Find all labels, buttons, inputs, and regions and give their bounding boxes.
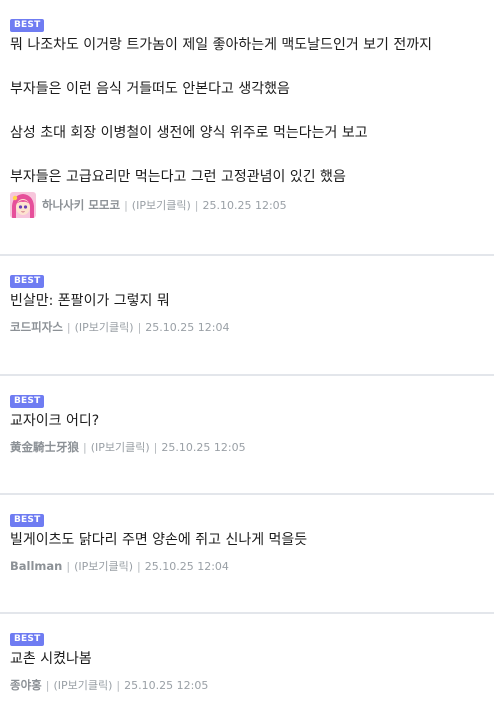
comment-text-line: 부자들은 이런 음식 거들떠도 안본다고 생각했음 [10, 81, 290, 97]
meta-separator: | [116, 678, 121, 692]
comment-author[interactable]: 하나사키 모모코 [42, 197, 120, 213]
meta-separator: | [66, 559, 71, 573]
best-comment-list: BEST 뭐 나조차도 이거랑 트가놈이 제일 좋아하는게 맥도날드인거 보기 … [0, 0, 494, 717]
comment-text-line: 부자들은 고급요리만 먹는다고 그런 고정관념이 있긴 했음 [10, 169, 346, 185]
comment-meta: Ballman | (IP보기클릭) | 25.10.25 12:04 [10, 558, 484, 574]
comment-timestamp: 25.10.25 12:05 [161, 440, 246, 454]
meta-separator: | [194, 198, 199, 212]
best-badge: BEST [10, 395, 45, 408]
meta-separator: | [124, 198, 128, 212]
comment-meta: 하나사키 모모코 | (IP보기클릭) | 25.10.25 12:05 [10, 192, 484, 218]
meta-separator: | [137, 559, 141, 573]
comment-timestamp: 25.10.25 12:05 [124, 678, 209, 692]
comment-timestamp: 25.10.25 12:04 [145, 320, 230, 334]
meta-separator: | [137, 320, 142, 334]
comment-timestamp: 25.10.25 12:05 [202, 198, 287, 212]
comment-author[interactable]: 코드피자스 [10, 319, 63, 335]
best-comment: BEST 빌게이츠도 닭다리 주면 양손에 쥐고 신나게 먹을듯 Ballman… [0, 495, 494, 614]
best-comment: BEST 빈살만: 폰팔이가 그렇지 뭐 코드피자스 | (IP보기클릭) | … [0, 256, 494, 376]
comment-author[interactable]: 종야홍 [10, 677, 42, 693]
meta-separator: | [83, 440, 87, 454]
meta-separator: | [66, 320, 71, 334]
best-comment: BEST 교촌 시켰나봄 종야홍 | (IP보기클릭) | 25.10.25 1… [0, 614, 494, 717]
comment-meta: 黄金騎士牙狼 | (IP보기클릭) | 25.10.25 12:05 [10, 439, 484, 455]
ip-view-link[interactable]: (IP보기클릭) [74, 558, 133, 574]
best-badge: BEST [10, 514, 45, 527]
best-badge: BEST [10, 633, 45, 646]
ip-view-link[interactable]: (IP보기클릭) [132, 197, 191, 213]
best-comment: BEST 뭐 나조차도 이거랑 트가놈이 제일 좋아하는게 맥도날드인거 보기 … [0, 0, 494, 256]
comment-meta: 코드피자스 | (IP보기클릭) | 25.10.25 12:04 [10, 319, 484, 335]
comment-text-line: 교촌 시켰나봄 [10, 651, 92, 667]
comment-meta: 종야홍 | (IP보기클릭) | 25.10.25 12:05 [10, 677, 484, 693]
comment-timestamp: 25.10.25 12:04 [144, 559, 229, 573]
comment-text-line: 빈살만: 폰팔이가 그렇지 뭐 [10, 293, 170, 309]
comment-text-line: 뭐 나조차도 이거랑 트가놈이 제일 좋아하는게 맥도날드인거 보기 전까지 [10, 37, 432, 53]
best-badge: BEST [10, 275, 45, 288]
comment-author[interactable]: 黄金騎士牙狼 [10, 439, 79, 455]
comment-body: 빌게이츠도 닭다리 주면 양손에 쥐고 신나게 먹을듯 [10, 531, 484, 549]
comment-body: 빈살만: 폰팔이가 그렇지 뭐 [10, 292, 484, 310]
ip-view-link[interactable]: (IP보기클릭) [75, 319, 134, 335]
comment-text-line: 삼성 초대 회장 이병철이 생전에 양식 위주로 먹는다는거 보고 [10, 125, 368, 141]
anime-girl-avatar-icon[interactable] [10, 192, 36, 218]
comment-author[interactable]: Ballman [10, 559, 62, 573]
best-comment: BEST 교자이크 어디? 黄金騎士牙狼 | (IP보기클릭) | 25.10.… [0, 376, 494, 495]
ip-view-link[interactable]: (IP보기클릭) [53, 677, 112, 693]
best-badge: BEST [10, 19, 45, 32]
ip-view-link[interactable]: (IP보기클릭) [91, 439, 150, 455]
comment-body: 뭐 나조차도 이거랑 트가놈이 제일 좋아하는게 맥도날드인거 보기 전까지 부… [10, 36, 484, 186]
meta-separator: | [153, 440, 158, 454]
meta-separator: | [45, 678, 50, 692]
comment-body: 교촌 시켰나봄 [10, 650, 484, 668]
comment-text-line: 교자이크 어디? [10, 413, 100, 429]
comment-text-line: 빌게이츠도 닭다리 주면 양손에 쥐고 신나게 먹을듯 [10, 532, 308, 548]
comment-body: 교자이크 어디? [10, 412, 484, 430]
